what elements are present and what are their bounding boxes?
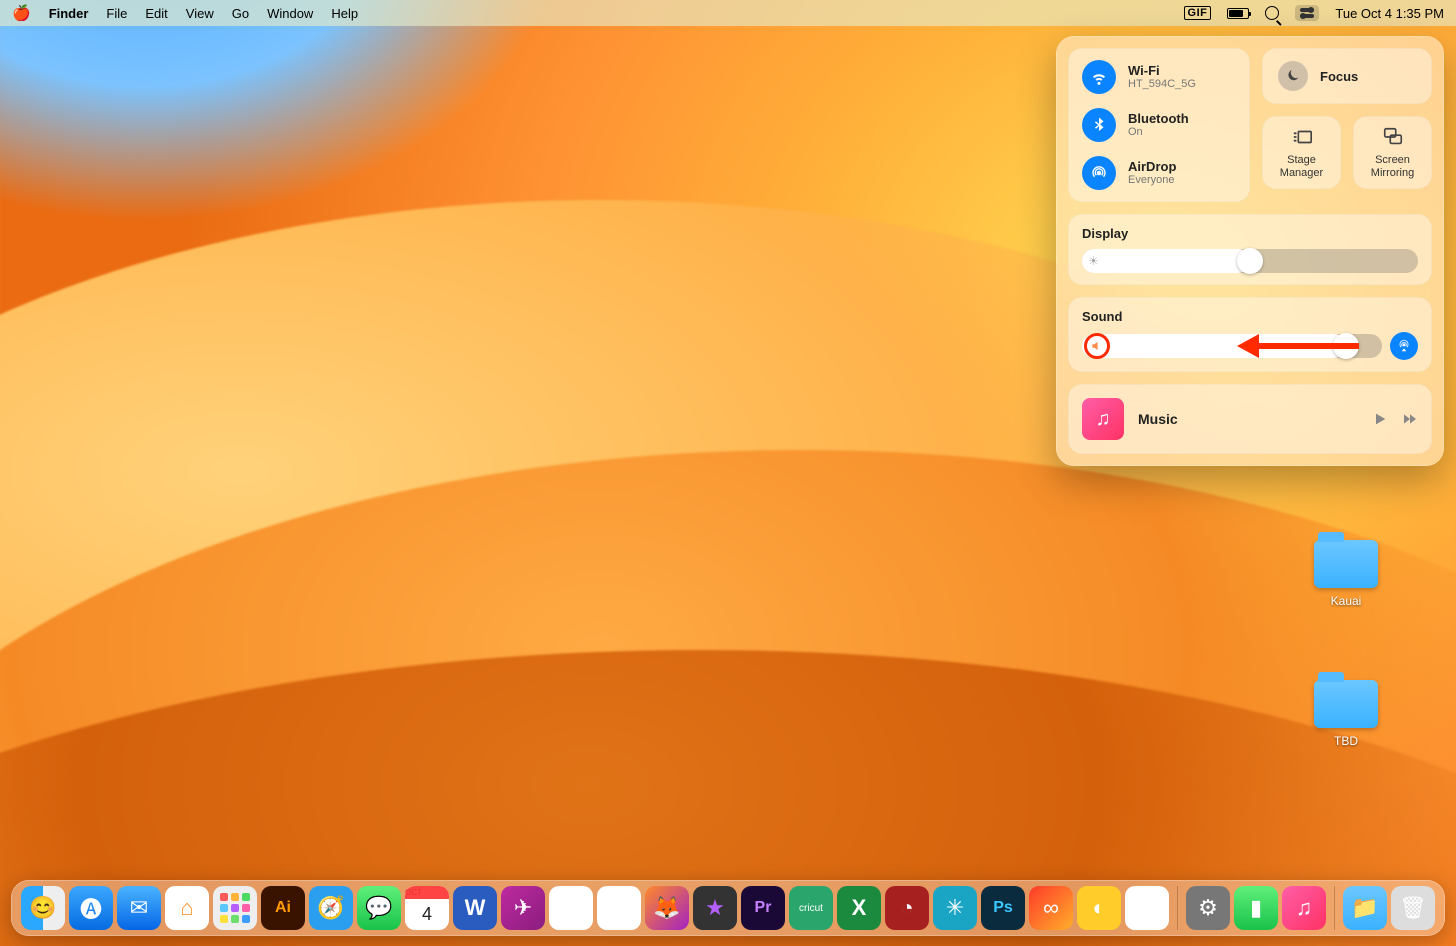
- dock-app-yellow[interactable]: ◐: [1077, 886, 1121, 930]
- dock-launchpad[interactable]: [213, 886, 257, 930]
- dock-photoshop[interactable]: Ps: [981, 886, 1025, 930]
- wifi-title: Wi-Fi: [1128, 63, 1196, 79]
- dock-mail[interactable]: ✉︎: [117, 886, 161, 930]
- dock-firefox[interactable]: 🦊: [645, 886, 689, 930]
- forward-icon[interactable]: [1402, 411, 1418, 427]
- dock-app-red[interactable]: ◔: [885, 886, 929, 930]
- dock-reminders[interactable]: ☰: [1125, 886, 1169, 930]
- dock-slack[interactable]: ⁂: [549, 886, 593, 930]
- wifi-toggle[interactable]: Wi-Fi HT_594C_5G: [1082, 60, 1236, 94]
- now-playing-card[interactable]: ♫ Music: [1068, 384, 1432, 454]
- airdrop-sub: Everyone: [1128, 174, 1176, 187]
- folder-icon: [1314, 680, 1378, 728]
- airdrop-title: AirDrop: [1128, 159, 1176, 175]
- dock-trash[interactable]: 🗑: [1391, 886, 1435, 930]
- menu-go[interactable]: Go: [232, 6, 249, 21]
- dock-calendar[interactable]: OCT 4: [405, 886, 449, 930]
- dock-creative-cloud[interactable]: ∞: [1029, 886, 1073, 930]
- dock-cricut[interactable]: cricut: [789, 886, 833, 930]
- desktop-folder-tbd[interactable]: TBD: [1306, 680, 1386, 748]
- gif-menu-extra-icon[interactable]: GIF: [1184, 6, 1212, 20]
- dock-app-magenta[interactable]: ✈︎: [501, 886, 545, 930]
- dock-word[interactable]: W: [453, 886, 497, 930]
- airdrop-toggle[interactable]: AirDrop Everyone: [1082, 156, 1236, 190]
- display-title: Display: [1082, 226, 1418, 241]
- control-center-icon[interactable]: [1295, 5, 1319, 21]
- stage-manager-icon: [1291, 126, 1313, 148]
- menu-file[interactable]: File: [106, 6, 127, 21]
- dock-chrome[interactable]: ◉: [597, 886, 641, 930]
- menubar: 🍎 Finder File Edit View Go Window Help G…: [0, 0, 1456, 26]
- control-center-panel: Wi-Fi HT_594C_5G Bluetooth On AirDrop: [1056, 36, 1444, 466]
- menu-view[interactable]: View: [186, 6, 214, 21]
- dock-system-settings[interactable]: ⚙︎: [1186, 886, 1230, 930]
- menu-help[interactable]: Help: [331, 6, 358, 21]
- dock-music[interactable]: ♫: [1282, 886, 1326, 930]
- moon-icon: [1278, 61, 1308, 91]
- sun-icon: ☀︎: [1088, 254, 1099, 268]
- focus-button[interactable]: Focus: [1262, 48, 1432, 104]
- menu-window[interactable]: Window: [267, 6, 313, 21]
- dock-app-store[interactable]: 🅐: [69, 886, 113, 930]
- display-card: Display ☀︎: [1068, 214, 1432, 285]
- focus-label: Focus: [1320, 69, 1358, 84]
- battery-icon[interactable]: [1227, 8, 1249, 19]
- dock-separator: [1334, 886, 1335, 930]
- dock-home[interactable]: ⌂: [165, 886, 209, 930]
- play-icon[interactable]: [1372, 411, 1388, 427]
- screen-mirroring-label: Screen Mirroring: [1359, 154, 1426, 179]
- airplay-icon: [1397, 339, 1411, 353]
- stage-manager-label: Stage Manager: [1268, 154, 1335, 179]
- music-app-icon: ♫: [1082, 398, 1124, 440]
- menu-app[interactable]: Finder: [49, 6, 89, 21]
- annotation-highlight: [1084, 333, 1110, 359]
- wifi-sub: HT_594C_5G: [1128, 78, 1196, 91]
- sound-title: Sound: [1082, 309, 1418, 324]
- screen-mirroring-button[interactable]: Screen Mirroring: [1353, 116, 1432, 189]
- spotlight-icon[interactable]: [1265, 6, 1279, 20]
- bluetooth-icon: [1082, 108, 1116, 142]
- dock-facetime[interactable]: ▮: [1234, 886, 1278, 930]
- folder-label: TBD: [1306, 734, 1386, 748]
- dock: 😊 🅐 ✉︎ ⌂ Ai 🧭 💬 OCT 4 W ✈︎ ⁂ ◉ 🦊 ★ Pr cr…: [11, 880, 1445, 936]
- bluetooth-toggle[interactable]: Bluetooth On: [1082, 108, 1236, 142]
- annotation-arrow: [1237, 334, 1359, 358]
- music-title: Music: [1138, 411, 1358, 427]
- apple-menu-icon[interactable]: 🍎: [12, 6, 31, 21]
- dock-illustrator[interactable]: Ai: [261, 886, 305, 930]
- airdrop-icon: [1082, 156, 1116, 190]
- bluetooth-sub: On: [1128, 126, 1189, 139]
- sound-slider[interactable]: [1082, 334, 1382, 358]
- menubar-datetime[interactable]: Tue Oct 4 1:35 PM: [1335, 6, 1444, 21]
- wifi-icon: [1082, 60, 1116, 94]
- desktop-folder-kauai[interactable]: Kauai: [1306, 540, 1386, 608]
- sound-card: Sound: [1068, 297, 1432, 372]
- dock-messages[interactable]: 💬: [357, 886, 401, 930]
- dock-premiere[interactable]: Pr: [741, 886, 785, 930]
- dock-excel[interactable]: X: [837, 886, 881, 930]
- dock-app-cyan[interactable]: ✳︎: [933, 886, 977, 930]
- dock-safari[interactable]: 🧭: [309, 886, 353, 930]
- dock-imovie[interactable]: ★: [693, 886, 737, 930]
- screen-mirroring-icon: [1382, 126, 1404, 148]
- menu-edit[interactable]: Edit: [145, 6, 167, 21]
- dock-finder[interactable]: 😊: [21, 886, 65, 930]
- airplay-audio-button[interactable]: [1390, 332, 1418, 360]
- stage-manager-button[interactable]: Stage Manager: [1262, 116, 1341, 189]
- dock-separator: [1177, 886, 1178, 930]
- folder-icon: [1314, 540, 1378, 588]
- calendar-day: 4: [422, 899, 432, 930]
- connectivity-card: Wi-Fi HT_594C_5G Bluetooth On AirDrop: [1068, 48, 1250, 202]
- display-slider[interactable]: ☀︎: [1082, 249, 1418, 273]
- dock-downloads[interactable]: 📁: [1343, 886, 1387, 930]
- bluetooth-title: Bluetooth: [1128, 111, 1189, 127]
- folder-label: Kauai: [1306, 594, 1386, 608]
- calendar-month: OCT: [405, 886, 449, 899]
